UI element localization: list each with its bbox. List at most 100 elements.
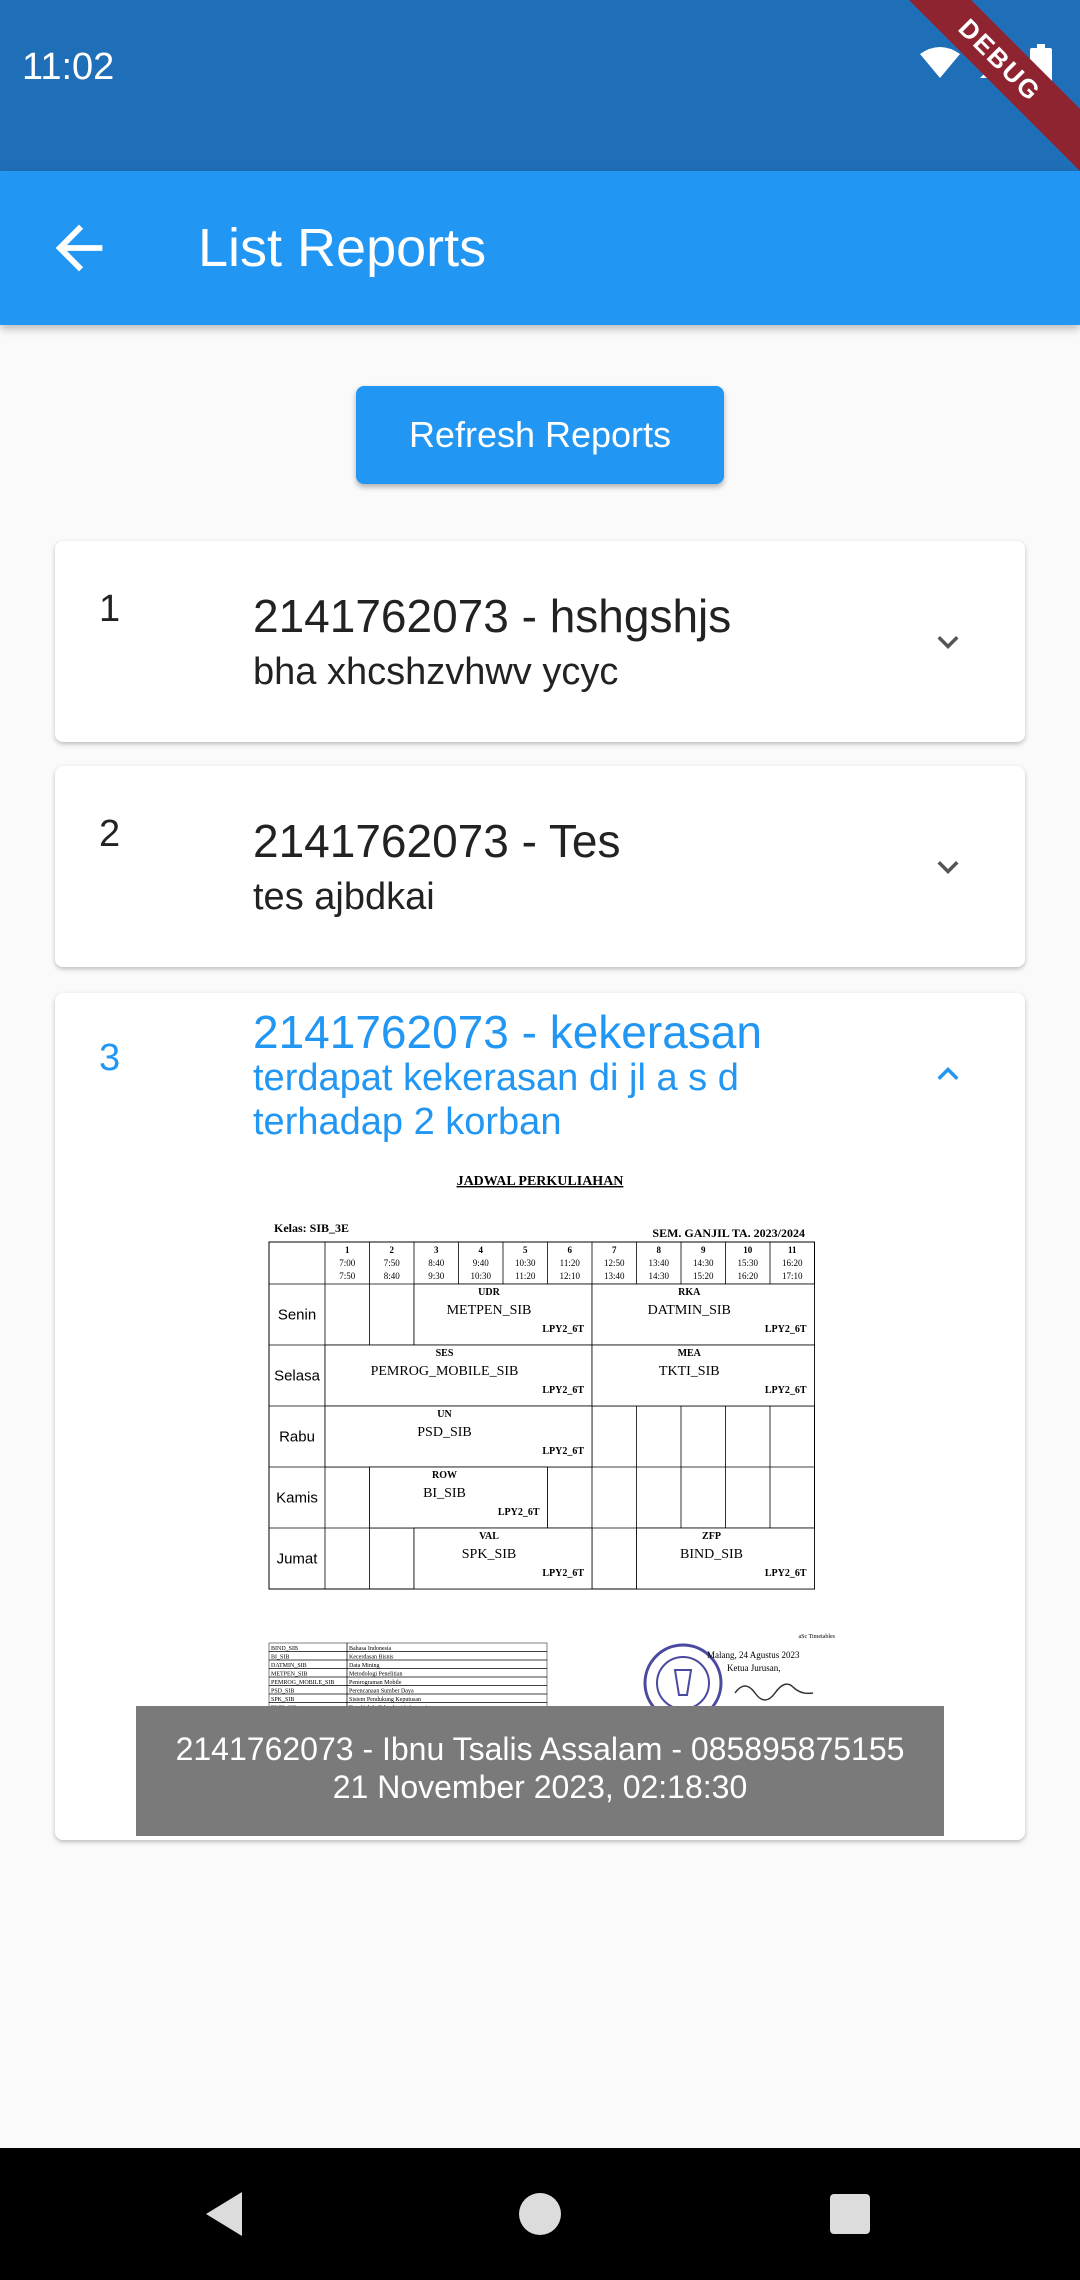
report-title: 2141762073 - hshgshjs xyxy=(253,590,732,642)
chevron-down-icon[interactable] xyxy=(927,621,969,663)
period-start: 8:40 xyxy=(428,1258,445,1268)
period-number: 2 xyxy=(390,1245,395,1255)
period-end: 8:40 xyxy=(384,1271,401,1281)
period-number: 6 xyxy=(568,1245,573,1255)
session-lecturer: ZFP xyxy=(702,1531,721,1542)
session-course: METPEN_SIB xyxy=(447,1303,532,1318)
system-nav-bar xyxy=(0,2148,1080,2280)
report-card[interactable]: 2 2141762073 - Tes tes ajbdkai xyxy=(55,766,1025,967)
period-number: 8 xyxy=(657,1245,662,1255)
session-course: PEMROG_MOBILE_SIB xyxy=(371,1364,519,1379)
session-lecturer: VAL xyxy=(479,1531,499,1542)
period-end: 10:30 xyxy=(470,1271,491,1281)
session-course: SPK_SIB xyxy=(462,1547,516,1562)
period-start: 12:50 xyxy=(604,1258,625,1268)
nav-back-icon[interactable] xyxy=(192,2182,256,2246)
page-title: List Reports xyxy=(198,218,487,278)
period-number: 3 xyxy=(434,1245,439,1255)
session-course: BIND_SIB xyxy=(680,1547,743,1562)
report-card[interactable]: 1 2141762073 - hshgshjs bha xhcshzvhwv y… xyxy=(55,541,1025,742)
status-time: 11:02 xyxy=(22,46,115,88)
legend-name: Pemrograman Mobile xyxy=(349,1680,402,1686)
legend-name: Sistem Pendukung Keputusan xyxy=(349,1697,421,1703)
session-lecturer: RKA xyxy=(678,1287,701,1298)
schedule-heading: JADWAL PERKULIAHAN xyxy=(457,1174,624,1189)
refresh-reports-button[interactable]: Refresh Reports xyxy=(356,386,724,484)
caption-timestamp: 21 November 2023, 02:18:30 xyxy=(332,1769,748,1805)
report-description: bha xhcshzvhwv ycyc xyxy=(253,651,619,693)
session-room: LPY2_6T xyxy=(542,1385,584,1396)
session-room: LPY2_6T xyxy=(542,1446,584,1457)
period-end: 13:40 xyxy=(604,1271,625,1281)
legend-name: Bahasa Indonesia xyxy=(349,1646,391,1652)
status-bar: 11:02 DEBUG xyxy=(0,0,1080,171)
period-end: 16:20 xyxy=(737,1271,758,1281)
period-number: 7 xyxy=(612,1245,617,1255)
report-index: 2 xyxy=(99,813,121,855)
nav-recents-icon[interactable] xyxy=(818,2182,882,2246)
period-number: 5 xyxy=(523,1245,528,1255)
app-bar: List Reports xyxy=(0,171,1080,325)
period-end: 15:20 xyxy=(693,1271,714,1281)
period-end: 11:20 xyxy=(515,1271,536,1281)
schedule-semester: SEM. GANJIL TA. 2023/2024 xyxy=(652,1226,805,1240)
day-label: Selasa xyxy=(274,1368,321,1385)
legend-code: BIND_SIB xyxy=(271,1646,298,1652)
day-label: Senin xyxy=(278,1307,316,1324)
schedule-footer-note: aSc Timetables xyxy=(798,1634,835,1640)
report-description: terhadap 2 korban xyxy=(253,1101,562,1143)
session-room: LPY2_6T xyxy=(765,1385,807,1396)
signature-date: Malang, 24 Agustus 2023 xyxy=(707,1650,800,1660)
back-arrow-icon[interactable] xyxy=(44,213,114,283)
period-start: 13:40 xyxy=(648,1258,669,1268)
session-course: DATMIN_SIB xyxy=(648,1303,731,1318)
period-end: 12:10 xyxy=(559,1271,580,1281)
period-start: 14:30 xyxy=(693,1258,714,1268)
period-end: 14:30 xyxy=(648,1271,669,1281)
period-end: 17:10 xyxy=(782,1271,803,1281)
session-lecturer: UDR xyxy=(478,1287,500,1298)
debug-banner: DEBUG xyxy=(878,0,1080,171)
session-course: TKTI_SIB xyxy=(659,1364,720,1379)
period-number: 11 xyxy=(788,1245,797,1255)
report-description: terdapat kekerasan di jl a s d xyxy=(253,1057,739,1099)
session-room: LPY2_6T xyxy=(765,1324,807,1335)
period-start: 16:20 xyxy=(782,1258,803,1268)
session-room: LPY2_6T xyxy=(498,1507,540,1518)
session-course: BI_SIB xyxy=(423,1486,466,1501)
legend-code: BI_SIB xyxy=(271,1655,289,1661)
period-number: 9 xyxy=(701,1245,706,1255)
legend-name: Data Mining xyxy=(349,1663,380,1669)
period-start: 9:40 xyxy=(473,1258,490,1268)
period-start: 15:30 xyxy=(737,1258,758,1268)
period-end: 9:30 xyxy=(428,1271,445,1281)
session-lecturer: MEA xyxy=(678,1348,702,1359)
session-room: LPY2_6T xyxy=(542,1324,584,1335)
legend-name: Kecerdasan Bisnis xyxy=(349,1655,394,1661)
legend-code: METPEN_SIB xyxy=(271,1672,307,1678)
report-index: 3 xyxy=(99,1037,121,1079)
period-number: 1 xyxy=(345,1245,350,1255)
period-start: 10:30 xyxy=(515,1258,536,1268)
nav-home-icon[interactable] xyxy=(508,2182,572,2246)
chevron-down-icon[interactable] xyxy=(927,846,969,888)
signature-role: Ketua Jurusan, xyxy=(727,1663,781,1673)
session-course: PSD_SIB xyxy=(417,1425,471,1440)
legend-code: PEMROG_MOBILE_SIB xyxy=(271,1680,334,1686)
period-number: 4 xyxy=(479,1245,484,1255)
report-title: 2141762073 - kekerasan xyxy=(253,1006,762,1058)
period-end: 7:50 xyxy=(339,1271,356,1281)
report-card-expanded[interactable]: 3 2141762073 - kekerasan terdapat kekera… xyxy=(55,993,1025,1840)
period-start: 11:20 xyxy=(560,1258,581,1268)
day-label: Rabu xyxy=(279,1429,315,1446)
session-room: LPY2_6T xyxy=(542,1568,584,1579)
day-label: Jumat xyxy=(277,1551,319,1568)
report-description: tes ajbdkai xyxy=(253,876,435,918)
legend-code: PSD_SIB xyxy=(271,1689,294,1695)
day-label: Kamis xyxy=(276,1490,318,1507)
session-lecturer: UN xyxy=(437,1409,452,1420)
chevron-up-icon[interactable] xyxy=(927,1053,969,1095)
legend-code: SPK_SIB xyxy=(271,1697,294,1703)
caption-reporter: 2141762073 - Ibnu Tsalis Assalam - 08589… xyxy=(175,1731,905,1767)
period-number: 10 xyxy=(743,1245,753,1255)
